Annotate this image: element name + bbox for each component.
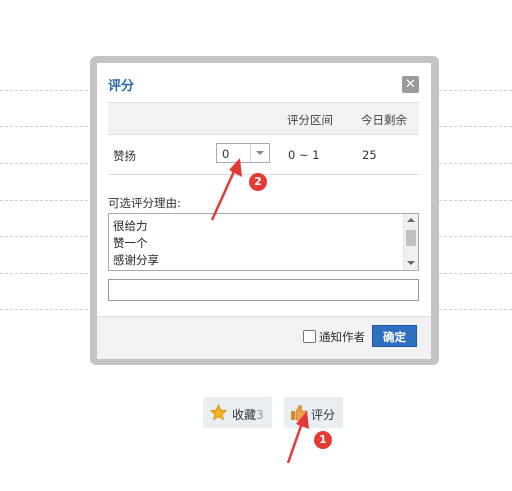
arrow-head-icon [296, 411, 309, 429]
arrow-head-icon [229, 158, 242, 177]
arrow-to-score-select [210, 166, 238, 221]
step-badge-1: 1 [314, 431, 332, 449]
annotation-arrows [210, 158, 309, 464]
arrow-to-rate-button [286, 419, 305, 464]
step-badge-2: 2 [249, 173, 267, 191]
